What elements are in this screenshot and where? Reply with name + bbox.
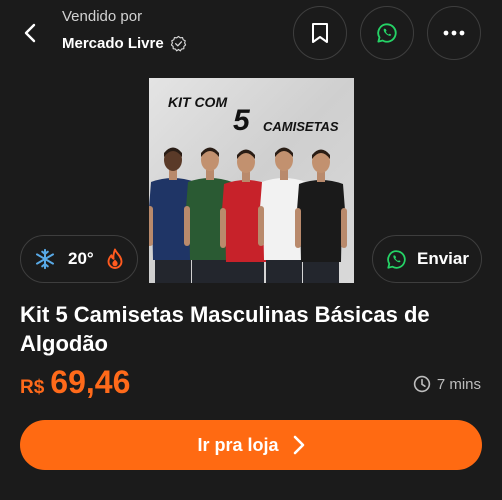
models-group: [149, 147, 347, 283]
price-currency: R$: [20, 377, 45, 398]
go-to-store-button[interactable]: Ir pra loja: [20, 420, 482, 470]
flame-icon[interactable]: [106, 248, 124, 270]
whatsapp-icon: [387, 249, 406, 269]
go-to-store-label: Ir pra loja: [197, 434, 279, 455]
seller-info: Vendido por Mercado Livre: [62, 8, 187, 52]
image-text-number: 5: [233, 104, 251, 137]
product-image[interactable]: KIT COM 5 CAMISETAS: [149, 78, 354, 283]
sold-by-label: Vendido por: [62, 8, 143, 25]
temperature-vote: 20°: [20, 235, 138, 283]
snowflake-icon[interactable]: [34, 248, 56, 270]
posted-time-label: 7 mins: [436, 375, 481, 393]
product-title[interactable]: Kit 5 Camisetas Masculinas Básicas de Al…: [20, 300, 490, 358]
share-whatsapp-button[interactable]: Enviar: [372, 235, 482, 283]
bookmark-button[interactable]: [293, 6, 347, 60]
clock-icon: [413, 375, 431, 393]
back-button[interactable]: [12, 18, 48, 48]
price-value: 69,46: [50, 364, 131, 400]
share-label: Enviar: [417, 249, 469, 268]
more-icon: [443, 30, 465, 36]
image-text-line1: KIT COM: [168, 94, 227, 110]
seller-name: Mercado Livre: [62, 35, 164, 52]
product-price: R$ 69,46: [20, 364, 130, 401]
more-options-button[interactable]: [427, 6, 481, 60]
bookmark-icon: [312, 23, 328, 43]
whatsapp-share-button[interactable]: [360, 6, 414, 60]
whatsapp-icon: [377, 23, 397, 43]
seller-name-row: Mercado Livre: [62, 35, 187, 52]
chevron-right-icon: [293, 435, 304, 455]
product-photo: KIT COM 5 CAMISETAS: [149, 78, 354, 283]
image-text-line2: CAMISETAS: [263, 119, 339, 134]
temperature-value: 20°: [68, 249, 94, 268]
verified-icon: [170, 35, 186, 52]
back-arrow-icon: [24, 23, 36, 43]
posted-time: 7 mins: [413, 375, 481, 393]
